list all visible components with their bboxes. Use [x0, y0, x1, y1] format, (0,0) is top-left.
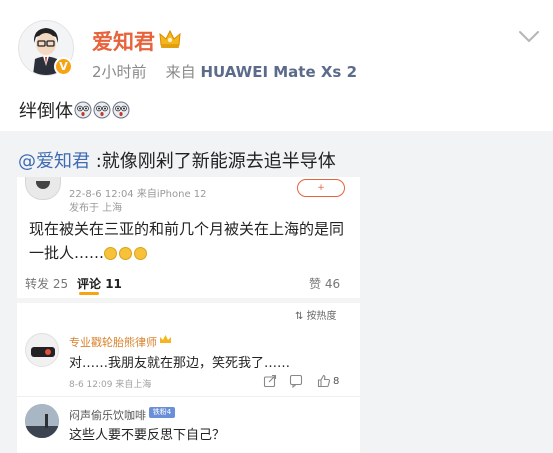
post-meta: 2小时前 来自 HUAWEI Mate Xs 2 [92, 61, 357, 82]
comment-author: 闷声偷乐饮咖啡 [69, 409, 146, 422]
landscape-avatar-icon [25, 404, 59, 438]
screenshot-user-avatar [25, 177, 61, 200]
repost-text: @爱知君 :就像刚剁了新能源去追半导体 [18, 147, 336, 173]
shocked-emoji-icon [93, 101, 111, 119]
tab-comments-label: 评论 [77, 277, 102, 291]
sort-by-hot: ⇅ 按热度 [295, 307, 337, 322]
fan-badge: 铁粉4 [149, 407, 175, 418]
comment-time: 8-6 12:09 来自上海 [69, 380, 152, 390]
screenshot-post-body: 现在被关在三亚的和前几个月被关在上海的是同 一批人…… [29, 217, 351, 265]
comment-avatar [25, 404, 59, 438]
embedded-screenshot[interactable]: 22-8-6 12:04 来自iPhone 12 发布于 上海 + 现在被关在三… [17, 177, 360, 453]
like-icon [317, 374, 331, 388]
tab-likes-count: 46 [324, 277, 341, 291]
shocked-emoji-icon [74, 101, 92, 119]
body-line-2: 一批人…… [29, 244, 105, 262]
source-device[interactable]: HUAWEI Mate Xs 2 [200, 63, 357, 81]
tab-comments: 评论 11 [77, 275, 122, 292]
tab-repost-count: 25 [52, 277, 69, 291]
comment-text: 对……我朋友就在那边，笑死我了…… [69, 356, 291, 371]
laughing-emoji-icon [104, 247, 118, 260]
tab-likes-label: 赞 [309, 277, 322, 291]
author-name[interactable]: 爱知君 [92, 26, 155, 56]
comment-text: 这些人要不要反思下自己？ [69, 428, 226, 443]
repost-content: :就像刚剁了新能源去追半导体 [90, 151, 336, 172]
comment-avatar [25, 333, 59, 367]
laughing-emoji-icon [134, 247, 148, 260]
comment-like-count: 8 [333, 376, 340, 387]
share-icon [263, 374, 277, 388]
comment-author: 专业戳轮胎熊律师 [69, 336, 157, 349]
sort-icon: ⇅ [295, 311, 307, 322]
section-divider [17, 298, 360, 303]
post-time: 2小时前 [92, 63, 147, 81]
comment-divider [17, 396, 360, 397]
post-text: 绊倒体 [19, 97, 130, 123]
body-line-1: 现在被关在三亚的和前几个月被关在上海的是同 [29, 220, 345, 238]
source-prefix: 来自 [165, 63, 196, 81]
crown-icon [160, 335, 171, 343]
chevron-down-icon[interactable] [518, 30, 540, 44]
follow-button: + [297, 179, 345, 197]
active-tab-indicator [79, 292, 99, 295]
repost-mention[interactable]: @爱知君 [18, 151, 90, 172]
tab-likes: 赞 46 [309, 275, 340, 292]
tab-repost: 转发 25 [25, 275, 68, 292]
shocked-emoji-icon [112, 101, 130, 119]
laughing-emoji-icon [119, 247, 133, 260]
crown-icon [159, 29, 181, 48]
screenshot-post-location: 发布于 上海 [69, 203, 123, 214]
comment-icon [289, 374, 303, 388]
tab-comments-count: 11 [105, 277, 122, 291]
screenshot-post-time: 22-8-6 12:04 来自iPhone 12 [69, 189, 207, 200]
sort-label: 按热度 [306, 311, 337, 322]
bear-avatar-icon [31, 347, 55, 357]
post-text-content: 绊倒体 [19, 101, 73, 122]
verified-badge-icon: V [54, 57, 73, 76]
tab-repost-label: 转发 [25, 277, 50, 291]
